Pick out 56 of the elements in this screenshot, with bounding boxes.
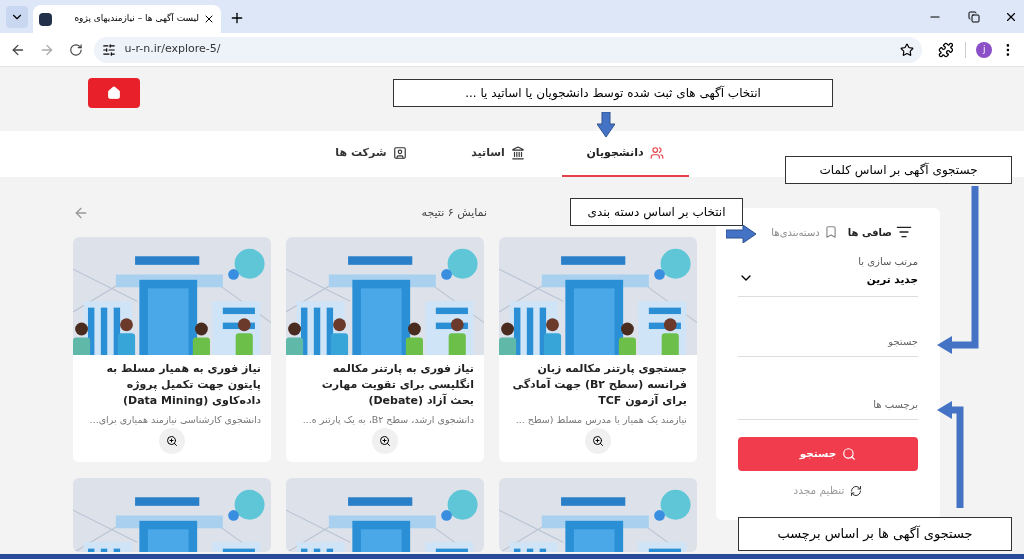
favicon-icon xyxy=(39,12,52,26)
listing-card[interactable]: نیاز فوری به همیار مسلط به پایتون جهت تکمیل پروژه داده‌کاوی (Data Mining) دانشجوی کارشناسی نیازمند همیاری برای... xyxy=(73,237,271,462)
browser-tab[interactable]: لیست آگهی ها – نیازمندیهای پژوه xyxy=(33,5,221,33)
zoom-button[interactable] xyxy=(372,428,398,454)
extensions-icon[interactable] xyxy=(937,41,954,58)
results-count: نمایش ۶ نتیجه xyxy=(421,204,487,221)
filter-tab[interactable]: دسته‌بندی‌ها xyxy=(771,224,838,240)
zoom-icon xyxy=(592,435,604,447)
reload-icon[interactable] xyxy=(68,42,83,57)
filter-tab[interactable]: صافی ها xyxy=(847,224,912,240)
nav-tab[interactable]: شرکت ها xyxy=(307,131,435,177)
sort-label: مرتب سازی با xyxy=(858,255,918,269)
refresh-icon xyxy=(850,484,863,497)
star-icon[interactable] xyxy=(899,42,914,57)
people-icon xyxy=(649,146,664,160)
new-tab-icon[interactable] xyxy=(229,10,245,26)
callout-arrow xyxy=(597,112,615,137)
annotation-box: جستجوی آگهی بر اساس کلمات xyxy=(785,156,1012,184)
home-button[interactable] xyxy=(88,78,140,108)
listing-card[interactable]: نیاز فوری به پارتنر مکالمه انگلیسی برای تقویت مهارت بحث آزاد (Debate) دانشجوی ارشد، سطح B۲، به یک پارتنر ه... xyxy=(286,237,484,462)
site-settings-icon[interactable] xyxy=(102,42,117,57)
address-bar[interactable]: u-r-n.ir/explore-5/ xyxy=(94,36,922,63)
nav-tab[interactable]: اساتید xyxy=(434,131,562,177)
card-description: نیازمند یک همیار یا مدرس مسلط (سطح ... xyxy=(514,413,687,427)
zoom-button[interactable] xyxy=(585,428,611,454)
card-title: جستجوی پارتنر مکالمه زبان فرانسه (سطح B۲) جهت آمادگی برای آزمون TCF xyxy=(511,361,687,409)
search-icon xyxy=(842,446,857,461)
zoom-icon xyxy=(166,435,178,447)
card-description: دانشجوی کارشناسی نیازمند همیاری برای... xyxy=(88,413,261,427)
annotation-box: جستجوی آگهی ها بر اساس برچسب xyxy=(738,517,1012,551)
annotation-box: انتخاب آگهی های ثبت شده توسط دانشجویان یا اساتید یا ... xyxy=(393,79,833,107)
home-icon xyxy=(107,86,121,100)
tags-field[interactable]: برچسب ها xyxy=(738,389,918,420)
building-icon xyxy=(510,146,525,160)
sort-dropdown[interactable]: مرتب سازی با جدید ترین xyxy=(738,254,918,297)
contact-icon xyxy=(392,146,407,160)
filter-icon xyxy=(896,224,912,240)
card-title: نیاز فوری به پارتنر مکالمه انگلیسی برای تقویت مهارت بحث آزاد (Debate) xyxy=(320,361,474,409)
annotation-box: انتخاب بر اساس دسته بندی xyxy=(570,198,743,226)
restore-icon[interactable] xyxy=(968,11,980,23)
bookmark-icon xyxy=(823,225,838,239)
zoom-icon xyxy=(379,435,391,447)
search-field[interactable]: جستجو xyxy=(738,326,918,357)
tab-list-button[interactable] xyxy=(6,6,28,28)
search-button[interactable]: جستجو xyxy=(738,436,918,471)
callout-arrow xyxy=(726,225,756,243)
zoom-button[interactable] xyxy=(159,428,185,454)
sort-value: جدید ترین xyxy=(865,272,918,288)
url-text: u-r-n.ir/explore-5/ xyxy=(124,41,222,58)
card-title: نیاز فوری به همیار مسلط به پایتون جهت تکمیل پروژه داده‌کاوی (Data Mining) xyxy=(105,361,261,409)
close-icon[interactable] xyxy=(1004,10,1018,24)
profile-avatar[interactable]: j xyxy=(976,41,993,58)
listing-card[interactable]: جستجوی پارتنر مکالمه زبان فرانسه (سطح B۲) جهت آمادگی برای آزمون TCF نیازمند یک همیار یا مدرس مسلط (سطح ... xyxy=(499,237,697,462)
card-description: دانشجوی ارشد، سطح B۲، به یک پارتنر ه... xyxy=(301,413,474,427)
close-icon[interactable] xyxy=(203,13,215,25)
tab-title: لیست آگهی ها – نیازمندیهای پژوه xyxy=(73,12,199,26)
